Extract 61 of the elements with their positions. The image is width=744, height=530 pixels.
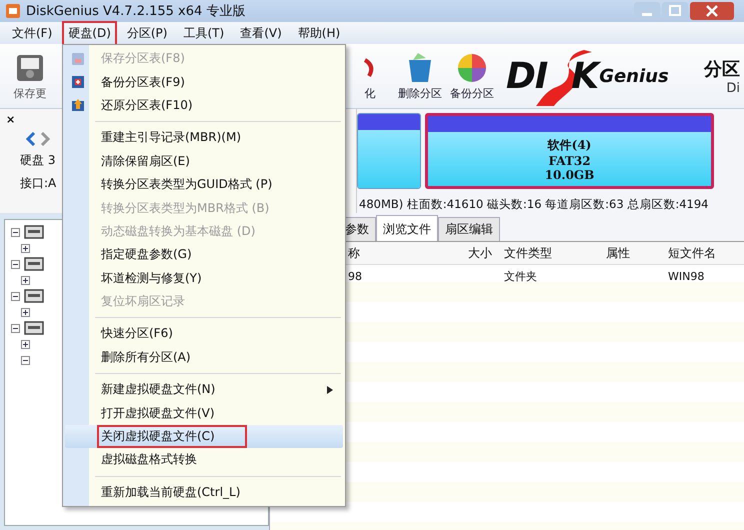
menu-item[interactable]: 关闭虚拟硬盘文件(C) — [97, 425, 247, 448]
expand-icon[interactable] — [21, 340, 30, 348]
partition-text: 软件(4) — [548, 136, 592, 154]
app-icon — [6, 4, 20, 18]
toolbar-button[interactable]: 备份分区 — [446, 44, 498, 108]
expand-icon[interactable] — [21, 244, 30, 252]
disk-label: 硬盘 3 — [20, 152, 56, 169]
brand-subtext: Di — [726, 80, 740, 96]
menu-item[interactable]: 新建虚拟硬盘文件(N) — [97, 378, 220, 402]
table-cell-text: 98 — [347, 270, 363, 282]
interface-label: 接口:A — [20, 175, 56, 192]
collapse-icon[interactable] — [11, 324, 20, 332]
menu-item[interactable]: 打开虚拟硬盘文件(V) — [97, 402, 219, 425]
partition-text: FAT32 — [548, 154, 591, 168]
collapse-icon[interactable] — [11, 228, 20, 236]
collapse-icon[interactable] — [11, 292, 20, 300]
tab[interactable]: 浏览文件 — [376, 215, 438, 241]
column-header[interactable]: 短文件名 — [662, 244, 744, 262]
column-header[interactable]: 文件类型 — [498, 244, 600, 262]
menu-item[interactable]: 还原分区表(F10) — [97, 94, 197, 117]
partition-text: 10.0GB — [544, 168, 594, 182]
collapse-icon[interactable] — [11, 260, 20, 268]
menu-item[interactable]: 删除所有分区(A) — [97, 346, 195, 369]
menu-item[interactable]: 坏道检测与修复(Y) — [97, 266, 206, 290]
save-icon — [71, 52, 85, 66]
menu-item[interactable]: 文件(F) — [6, 20, 58, 46]
tab[interactable]: 扇区编辑 — [438, 217, 500, 241]
disk-info: 480MB) 柱面数:41610 磁头数:16 每道扇区数:63 总扇区数:4194 — [358, 196, 710, 212]
expand-icon[interactable] — [21, 308, 30, 316]
menu-item[interactable]: 清除保留扇区(E) — [97, 150, 194, 173]
menu-item[interactable]: 工具(T) — [177, 20, 230, 46]
toolbar-button[interactable]: 删除分区 — [394, 44, 446, 108]
menu-item[interactable]: 重建主引导记录(MBR)(M) — [97, 126, 246, 150]
column-header[interactable]: 称 — [342, 244, 426, 262]
partition-block[interactable]: 软件(4) FAT32 10.0GB — [425, 113, 714, 189]
partition-block[interactable] — [357, 113, 421, 189]
menu-item[interactable]: 转换分区表类型为GUID格式 (P) — [97, 173, 276, 196]
menu-item[interactable]: 指定硬盘参数(G) — [97, 243, 196, 266]
save-button[interactable]: 保存更 — [0, 44, 60, 108]
column-header[interactable]: 属性 — [600, 244, 662, 262]
table-cell-text: 文件夹 — [503, 268, 538, 284]
column-header[interactable]: 大小 — [426, 244, 498, 262]
expand-icon[interactable] — [21, 276, 30, 284]
window-title: DiskGenius V4.7.2.155 x64 专业版 — [26, 3, 246, 20]
partition-header-bar — [358, 114, 420, 130]
menu-item[interactable]: 虚拟磁盘格式转换 — [97, 448, 201, 472]
table-add-icon — [71, 75, 85, 90]
toolbar-button[interactable]: 化 — [346, 44, 394, 108]
menu-item[interactable]: 分区(P) — [120, 20, 174, 46]
collapse-icon[interactable] — [21, 356, 30, 364]
menu-item[interactable]: 查看(V) — [234, 20, 288, 46]
table-up-icon — [71, 98, 85, 112]
close-icon[interactable]: × — [6, 113, 16, 126]
menu-item[interactable]: 重新加载当前硬盘(Ctrl_L) — [97, 480, 244, 504]
menu-item[interactable]: 备份分区表(F9) — [97, 70, 189, 94]
menu-item[interactable]: 帮助(H) — [292, 20, 346, 46]
pie-icon — [456, 52, 488, 84]
brand-heading: 分区 — [704, 58, 740, 80]
close-icon[interactable] — [690, 2, 734, 20]
table-cell-text: WIN98 — [667, 270, 706, 282]
menu-item[interactable]: 快速分区(F6) — [97, 322, 177, 346]
